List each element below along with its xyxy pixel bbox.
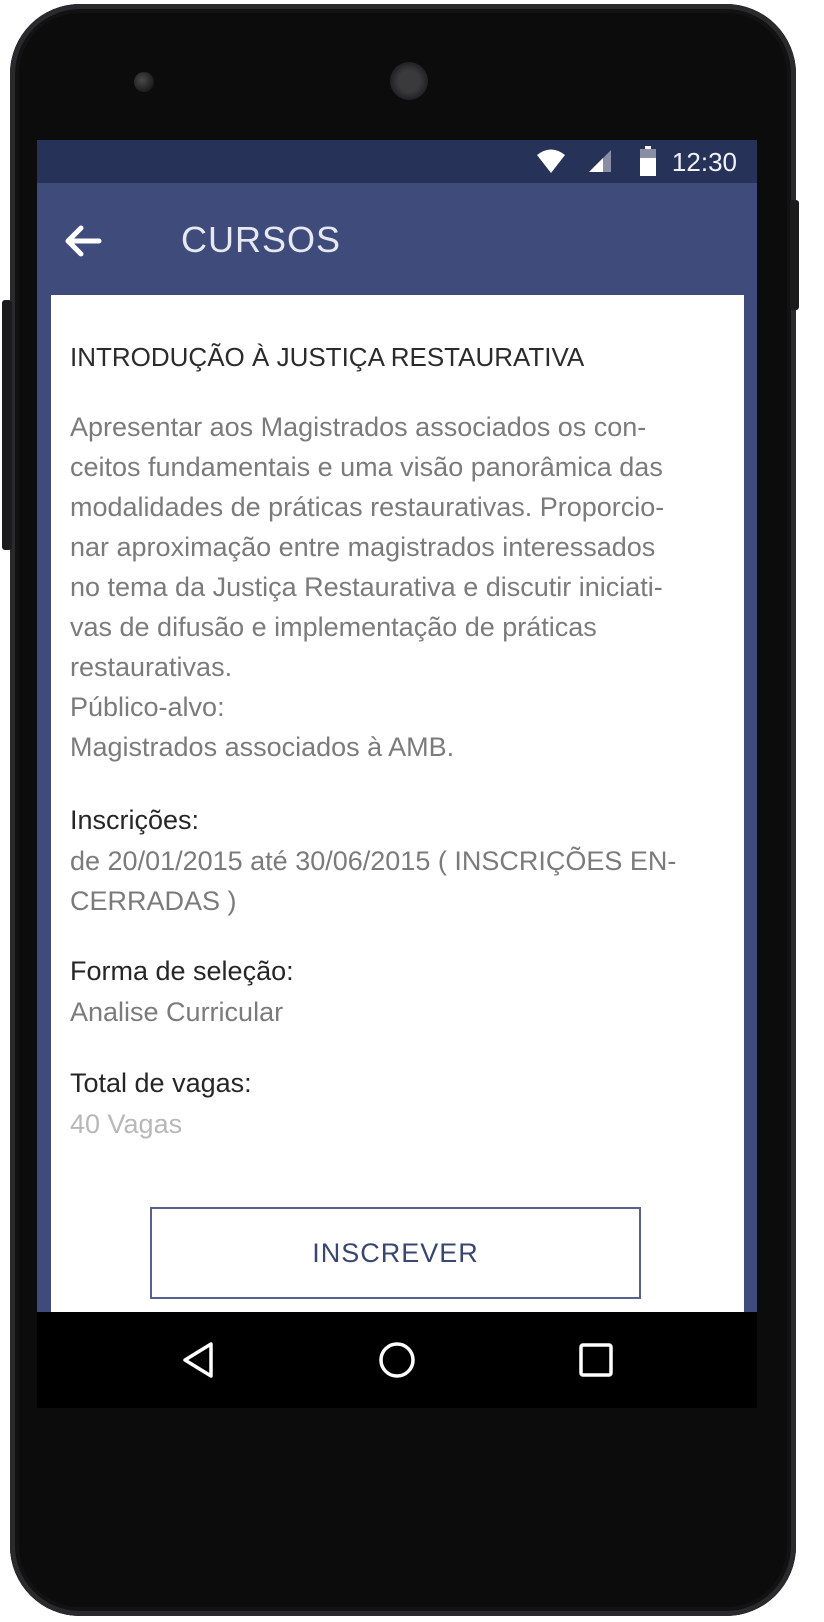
navigation-bar [37,1312,757,1408]
inscricoes-value-line: de 20/01/2015 até 30/06/2015 ( INSCRIÇÕE… [70,846,677,876]
status-time: 12:30 [671,147,737,177]
vagas-label: Total de vagas: [70,1068,252,1098]
app-bar: CURSOS [37,183,757,295]
front-camera [134,72,154,92]
subscribe-button[interactable]: INSCREVER [150,1207,641,1299]
description-line: Público-alvo: [70,692,225,722]
power-button [790,200,799,310]
wifi-icon [537,149,565,173]
volume-button [2,300,12,550]
selecao-label: Forma de seleção: [70,956,294,986]
description-line: Apresentar aos Magistrados associados os… [70,412,647,442]
vagas-value: 40 Vagas [70,1109,183,1139]
back-triangle-icon[interactable] [177,1338,221,1382]
arrow-left-icon[interactable] [59,217,107,265]
inscricoes-label: Inscrições: [70,805,200,835]
page-title: CURSOS [181,219,342,260]
earpiece-speaker [390,62,428,100]
description-line: nar aproximação entre magistrados intere… [70,532,656,562]
inscricoes-value-line: CERRADAS ) [70,886,237,916]
screen: 12:30 CURSOS INTRODUÇÃO À JUSTIÇA RESTAU… [37,140,757,1312]
description-line: vas de difusão e implementação de prátic… [70,612,597,642]
course-description: Apresentar aos Magistrados associados os… [70,407,722,767]
course-title: INTRODUÇÃO À JUSTIÇA RESTAURATIVA [70,342,585,372]
cellular-signal-icon [589,150,611,172]
description-line: restaurativas. [70,652,233,682]
home-circle-icon[interactable] [375,1338,419,1382]
description-line: modalidades de práticas restaurativas. P… [70,492,665,522]
description-line: no tema da Justiça Restaurativa e discut… [70,572,663,602]
course-card: INTRODUÇÃO À JUSTIÇA RESTAURATIVA Aprese… [51,295,744,1312]
recents-square-icon[interactable] [574,1338,618,1382]
description-line: Magistrados associados à AMB. [70,732,455,762]
status-bar: 12:30 [37,140,757,183]
inscricoes-value: de 20/01/2015 até 30/06/2015 ( INSCRIÇÕE… [70,841,722,921]
selecao-value: Analise Curricular [70,997,284,1027]
battery-icon [640,146,656,176]
description-line: ceitos fundamentais e uma visão panorâmi… [70,452,663,482]
